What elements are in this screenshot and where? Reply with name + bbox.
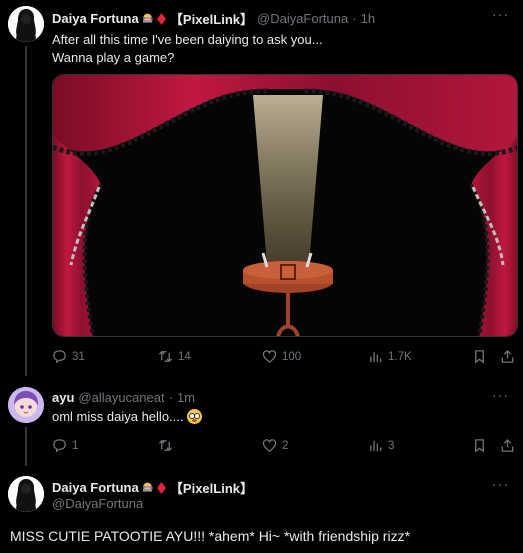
post-text-line-1: After all this time I've been daiying to… (52, 32, 323, 47)
separator: · (352, 11, 357, 26)
avatar[interactable] (8, 6, 44, 42)
avatar-silhouette-icon (8, 476, 44, 512)
share-icon (501, 349, 514, 363)
thread-line (25, 46, 27, 376)
views-button[interactable]: 1.7K (368, 349, 412, 364)
affiliation: 【PixelLink】 (169, 481, 253, 496)
like-button[interactable]: 100 (262, 349, 301, 364)
views-count: 3 (388, 439, 395, 452)
red-diamond-icon (156, 12, 166, 25)
post-header: Daiya Fortuna 🎰 【PixelLink】 @DaiyaFortun… (52, 9, 375, 28)
bookmark-icon (475, 350, 484, 364)
timestamp[interactable]: 1m (177, 390, 195, 405)
reply-icon (53, 350, 66, 364)
display-name[interactable]: Daiya Fortuna (52, 11, 139, 26)
timestamp[interactable]: 1h (361, 11, 375, 26)
repost-button[interactable]: 14 (158, 349, 191, 364)
post-1[interactable]: Daiya Fortuna 🎰 【PixelLink】 @DaiyaFortun… (0, 0, 523, 376)
post-header: Daiya Fortuna 🎰 【PixelLink】 (52, 478, 253, 497)
reply-count: 1 (72, 439, 79, 452)
heart-icon (262, 350, 277, 363)
repost-icon (158, 350, 173, 363)
post-2[interactable]: ayu @allayucaneat · 1m ··· oml miss daiy… (0, 371, 523, 466)
reply-button[interactable]: 1 (52, 438, 78, 453)
handle[interactable]: @allayucaneat (78, 390, 164, 405)
affiliation: 【PixelLink】 (169, 12, 253, 27)
post-actions: 31 14 100 1.7K (52, 349, 518, 367)
bookmark-button[interactable] (472, 349, 487, 364)
bookmark-icon (475, 439, 484, 453)
share-icon (501, 438, 514, 452)
more-icon[interactable]: ··· (492, 387, 509, 403)
views-button[interactable]: 3 (368, 438, 394, 453)
avatar[interactable] (8, 387, 44, 423)
avatar-silhouette-icon (8, 6, 44, 42)
heart-icon (262, 439, 277, 452)
avatar-anime-girl-icon (8, 387, 44, 423)
repost-icon (158, 439, 173, 452)
reply-button[interactable]: 31 (52, 349, 85, 364)
bookmark-button[interactable] (472, 438, 487, 453)
handle[interactable]: @DaiyaFortuna (257, 11, 348, 26)
views-count: 1.7K (388, 350, 412, 363)
slot-badge-icon: 🎰 (142, 13, 154, 23)
repost-count: 14 (178, 350, 191, 363)
reply-icon (53, 439, 66, 453)
share-button[interactable] (500, 349, 515, 364)
handle[interactable]: @DaiyaFortuna (52, 496, 143, 511)
slot-badge-icon: 🎰 (142, 482, 154, 492)
views-icon (370, 440, 382, 452)
share-button[interactable] (500, 438, 515, 453)
more-icon[interactable]: ··· (492, 476, 509, 492)
post-text-line-2: Wanna play a game? (52, 50, 175, 65)
red-diamond-icon (156, 481, 166, 494)
post-text-content: oml miss daiya hello.... (52, 409, 184, 424)
flushed-face-emoji-icon (186, 409, 202, 424)
post-header: ayu @allayucaneat · 1m (52, 390, 195, 405)
like-count: 100 (282, 350, 302, 363)
display-name[interactable]: Daiya Fortuna (52, 480, 139, 495)
post-3[interactable]: Daiya Fortuna 🎰 【PixelLink】 @DaiyaFortun… (0, 466, 523, 553)
more-icon[interactable]: ··· (492, 6, 509, 22)
post-actions: 1 2 3 (52, 438, 518, 456)
display-name[interactable]: ayu (52, 390, 74, 405)
like-button[interactable]: 2 (262, 438, 288, 453)
separator: · (168, 390, 173, 405)
avatar[interactable] (8, 476, 44, 512)
reply-count: 31 (72, 350, 85, 363)
views-icon (370, 351, 382, 363)
repost-button[interactable] (158, 438, 173, 453)
post-text: oml miss daiya hello.... (52, 408, 202, 426)
like-count: 2 (282, 439, 289, 452)
post-text: MISS CUTIE PATOOTIE AYU!!! *ahem* Hi~ *w… (10, 528, 411, 544)
thread-line (25, 427, 27, 466)
theater-curtain-image (53, 75, 517, 336)
post-image[interactable] (52, 74, 518, 337)
